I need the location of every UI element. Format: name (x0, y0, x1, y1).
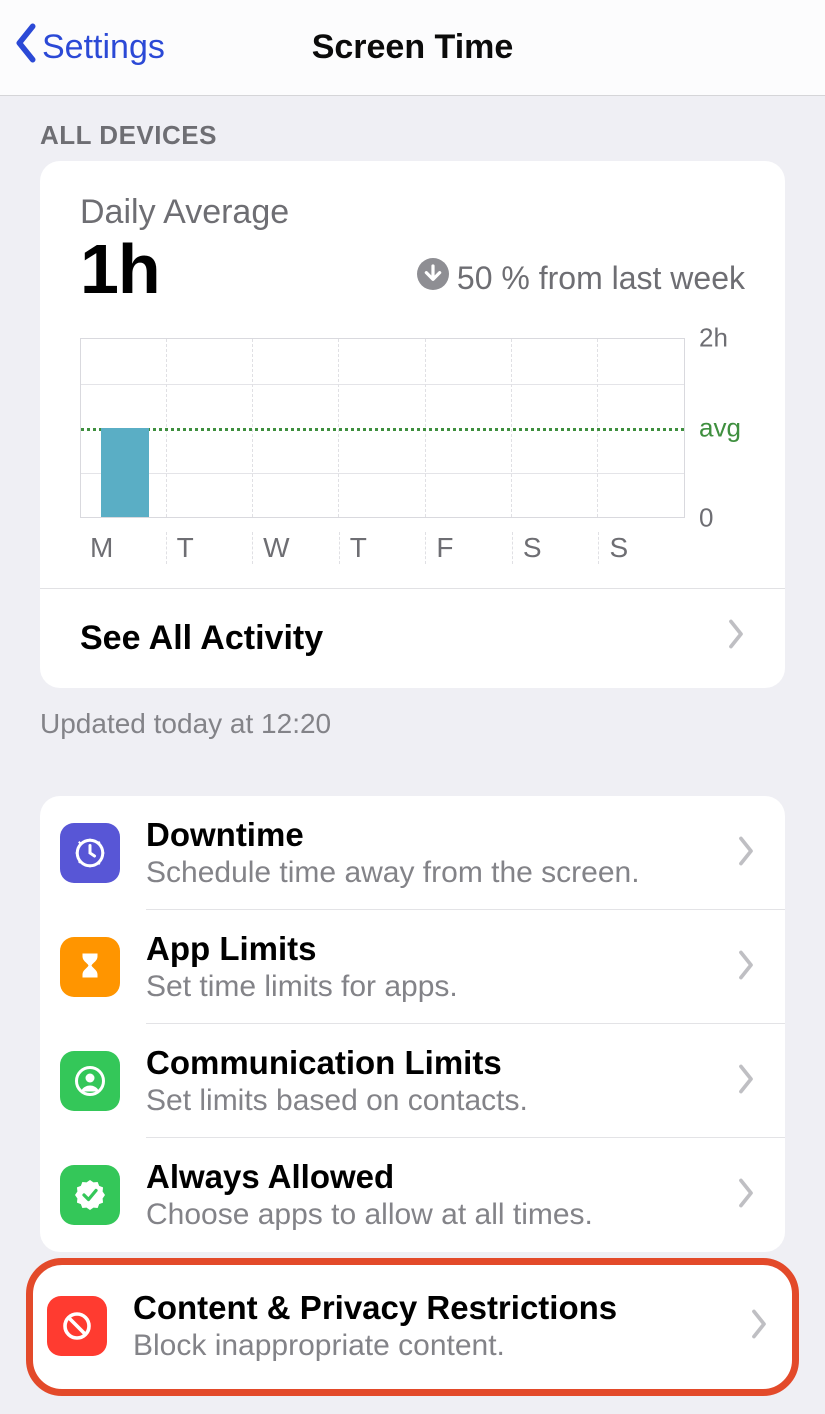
x-tick-thu: T (339, 532, 426, 564)
x-tick-sun: S (598, 532, 685, 564)
row-title: Downtime (146, 816, 711, 854)
row-subtitle: Set time limits for apps. (146, 970, 711, 1004)
back-label: Settings (42, 28, 165, 67)
chart-plot-area (80, 338, 685, 518)
chevron-right-icon (750, 1309, 768, 1344)
chevron-right-icon (727, 619, 745, 658)
y-tick-top: 2h (699, 323, 728, 354)
row-communication-limits[interactable]: Communication Limits Set limits based on… (40, 1024, 785, 1138)
row-content-privacy[interactable]: Content & Privacy Restrictions Block ina… (33, 1265, 792, 1389)
usage-chart: 2h avg 0 (80, 338, 745, 518)
daily-average-card: Daily Average 1h 50 % from last week (40, 161, 785, 688)
arrow-down-circle-icon (417, 258, 449, 298)
section-header-all-devices: ALL DEVICES (0, 96, 825, 157)
row-title: App Limits (146, 930, 711, 968)
row-app-limits[interactable]: App Limits Set time limits for apps. (40, 910, 785, 1024)
daily-average-value: 1h (80, 234, 160, 304)
see-all-activity-row[interactable]: See All Activity (40, 588, 785, 688)
x-tick-sat: S (512, 532, 599, 564)
delta-from-last-week: 50 % from last week (417, 258, 745, 304)
see-all-activity-label: See All Activity (80, 619, 323, 658)
y-tick-avg: avg (699, 413, 741, 444)
chevron-right-icon (737, 1178, 755, 1213)
delta-text: 50 % from last week (457, 260, 745, 297)
person-icon (60, 1051, 120, 1111)
row-subtitle: Choose apps to allow at all times. (146, 1198, 711, 1232)
row-subtitle: Set limits based on contacts. (146, 1084, 711, 1118)
back-button[interactable]: Settings (14, 23, 165, 72)
row-title: Communication Limits (146, 1044, 711, 1082)
chevron-right-icon (737, 950, 755, 985)
nosign-icon (47, 1296, 107, 1356)
row-subtitle: Block inappropriate content. (133, 1329, 724, 1363)
chevron-right-icon (737, 836, 755, 871)
daily-average-label: Daily Average (80, 193, 745, 232)
avg-line (81, 428, 684, 431)
checkmark-seal-icon (60, 1165, 120, 1225)
clock-icon (60, 823, 120, 883)
row-always-allowed[interactable]: Always Allowed Choose apps to allow at a… (40, 1138, 785, 1252)
chevron-right-icon (737, 1064, 755, 1099)
chart-bar-monday (101, 428, 149, 517)
row-title: Content & Privacy Restrictions (133, 1289, 724, 1327)
x-tick-mon: M (80, 532, 166, 564)
highlighted-option: Content & Privacy Restrictions Block ina… (26, 1258, 799, 1396)
updated-timestamp: Updated today at 12:20 (0, 688, 825, 740)
row-downtime[interactable]: Downtime Schedule time away from the scr… (40, 796, 785, 910)
options-list: Downtime Schedule time away from the scr… (40, 796, 785, 1252)
y-tick-bottom: 0 (699, 503, 713, 534)
x-tick-fri: F (425, 532, 512, 564)
chevron-left-icon (14, 23, 38, 72)
row-subtitle: Schedule time away from the screen. (146, 856, 711, 890)
hourglass-icon (60, 937, 120, 997)
x-tick-tue: T (166, 532, 253, 564)
nav-bar: Settings Screen Time (0, 0, 825, 96)
row-title: Always Allowed (146, 1158, 711, 1196)
x-tick-wed: W (252, 532, 339, 564)
